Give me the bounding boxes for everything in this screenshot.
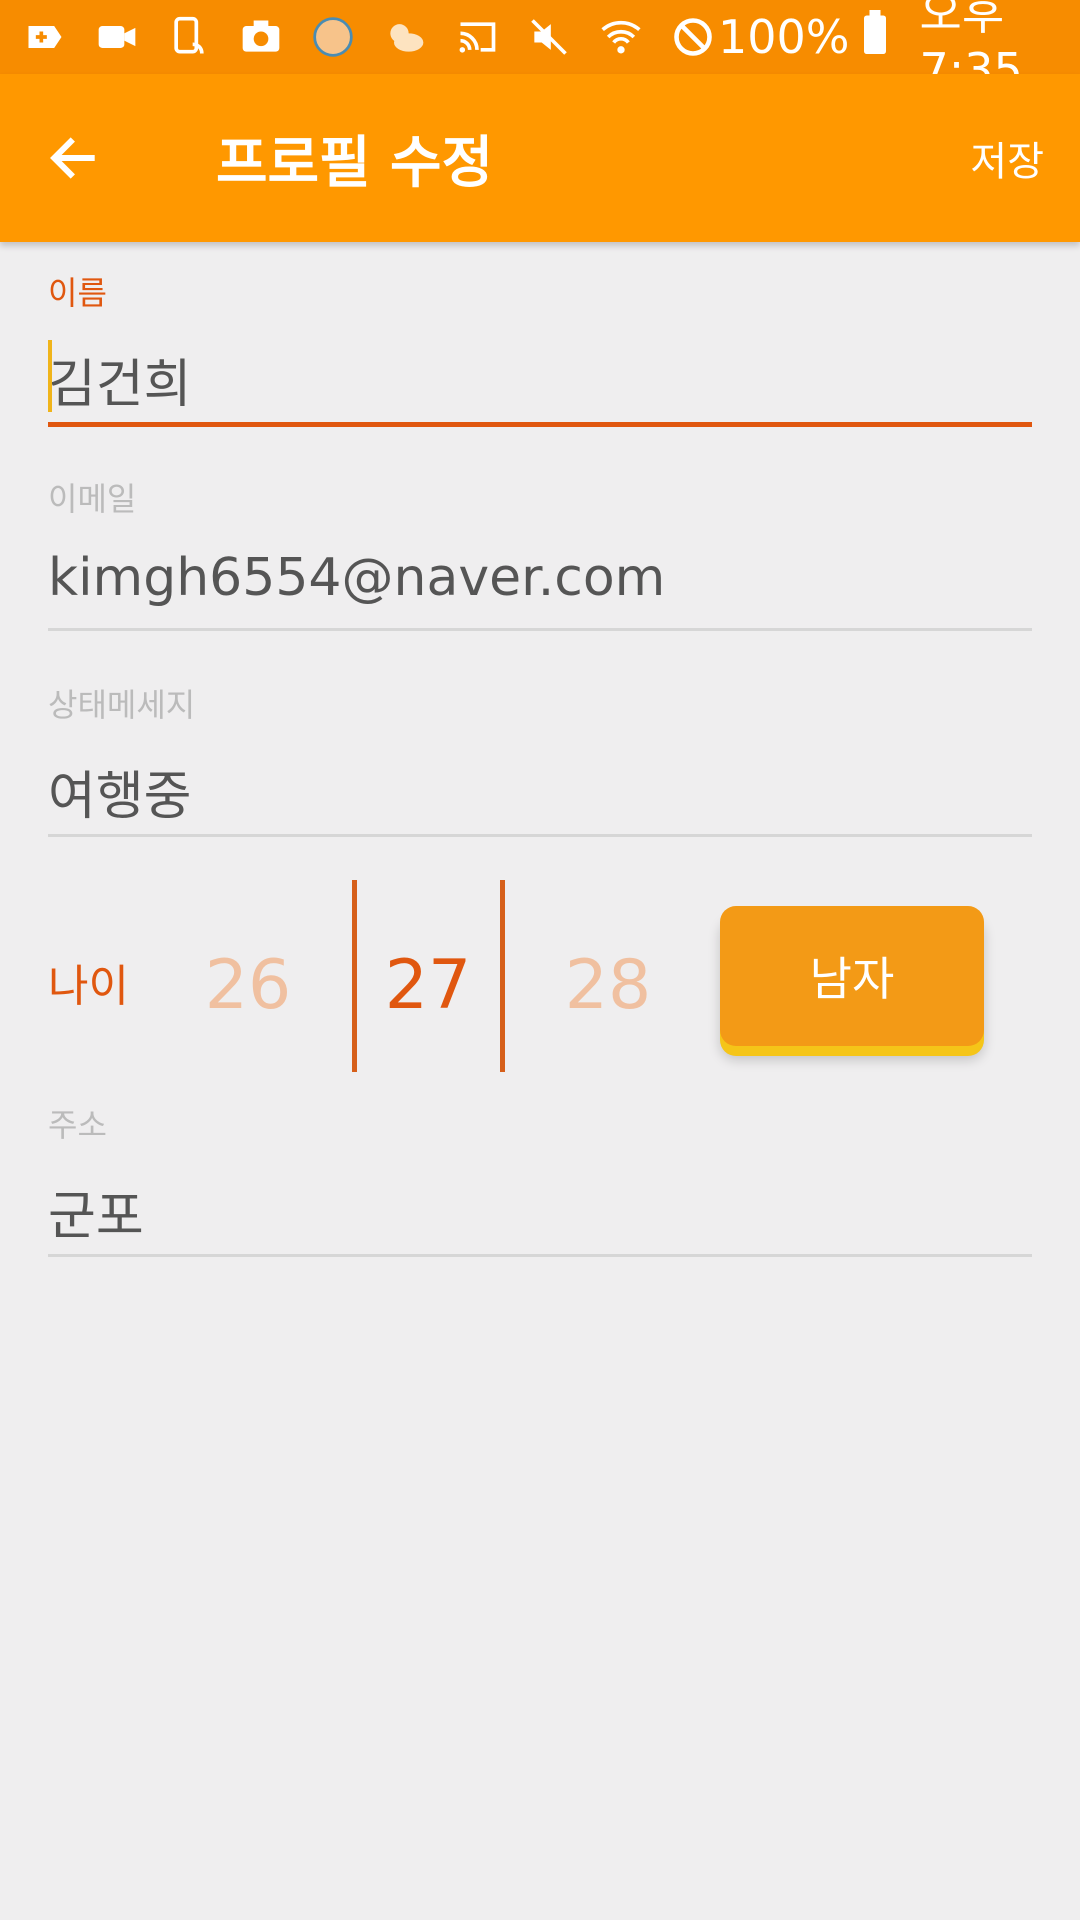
block-icon bbox=[668, 12, 718, 62]
battery-percent: 100% bbox=[718, 10, 850, 64]
cast-icon bbox=[452, 12, 502, 62]
picker-divider-bottom bbox=[500, 880, 505, 1072]
add-icon bbox=[20, 12, 70, 62]
name-value: 김건희 bbox=[48, 355, 192, 415]
age-label: 나이 bbox=[48, 961, 129, 1012]
address-input[interactable]: 군포 bbox=[48, 1174, 1032, 1249]
age-row: 나이 26 27 28 남자 bbox=[48, 880, 1048, 1076]
status-message-underline bbox=[48, 834, 1032, 837]
back-button[interactable] bbox=[20, 105, 126, 211]
phone-rotate-icon bbox=[164, 12, 214, 62]
text-cursor bbox=[48, 340, 52, 412]
age-option-prev[interactable]: 26 bbox=[188, 946, 308, 1025]
address-label: 주소 bbox=[48, 1106, 107, 1144]
arrow-back-icon bbox=[50, 137, 95, 179]
status-message-input[interactable]: 여행중 bbox=[48, 754, 1032, 829]
camera-icon bbox=[236, 12, 286, 62]
status-message-field[interactable]: 상태메세지 여행중 bbox=[48, 680, 1032, 837]
status-icons bbox=[20, 12, 718, 62]
video-icon bbox=[92, 12, 142, 62]
mute-icon bbox=[524, 12, 574, 62]
email-field[interactable]: 이메일 kimgh6554@naver.com bbox=[48, 474, 1032, 631]
status-message-label: 상태메세지 bbox=[48, 686, 196, 724]
name-field[interactable]: 이름 김건희 bbox=[48, 268, 1032, 427]
email-underline bbox=[48, 628, 1032, 631]
gender-button[interactable]: 남자 bbox=[720, 906, 984, 1046]
circle-app-icon bbox=[308, 12, 358, 62]
save-button[interactable]: 저장 bbox=[970, 129, 1044, 187]
name-input[interactable]: 김건희 bbox=[48, 340, 1032, 417]
battery-icon bbox=[862, 9, 888, 65]
status-bar: 100% 오후 7:35 bbox=[0, 0, 1080, 97]
page-title: 프로필 수정 bbox=[216, 130, 494, 196]
age-option-selected[interactable]: 27 bbox=[368, 946, 488, 1025]
address-underline bbox=[48, 1254, 1032, 1257]
email-label: 이메일 bbox=[48, 480, 137, 518]
name-underline bbox=[48, 422, 1032, 427]
app-bar: 프로필 수정 저장 bbox=[0, 74, 1080, 242]
address-field[interactable]: 주소 군포 bbox=[48, 1100, 1032, 1257]
weather-icon bbox=[380, 12, 430, 62]
age-option-next[interactable]: 28 bbox=[548, 946, 668, 1025]
email-input[interactable]: kimgh6554@naver.com bbox=[48, 548, 1032, 608]
wifi-icon bbox=[596, 12, 646, 62]
picker-divider-top bbox=[352, 880, 357, 1072]
name-label: 이름 bbox=[48, 274, 107, 312]
